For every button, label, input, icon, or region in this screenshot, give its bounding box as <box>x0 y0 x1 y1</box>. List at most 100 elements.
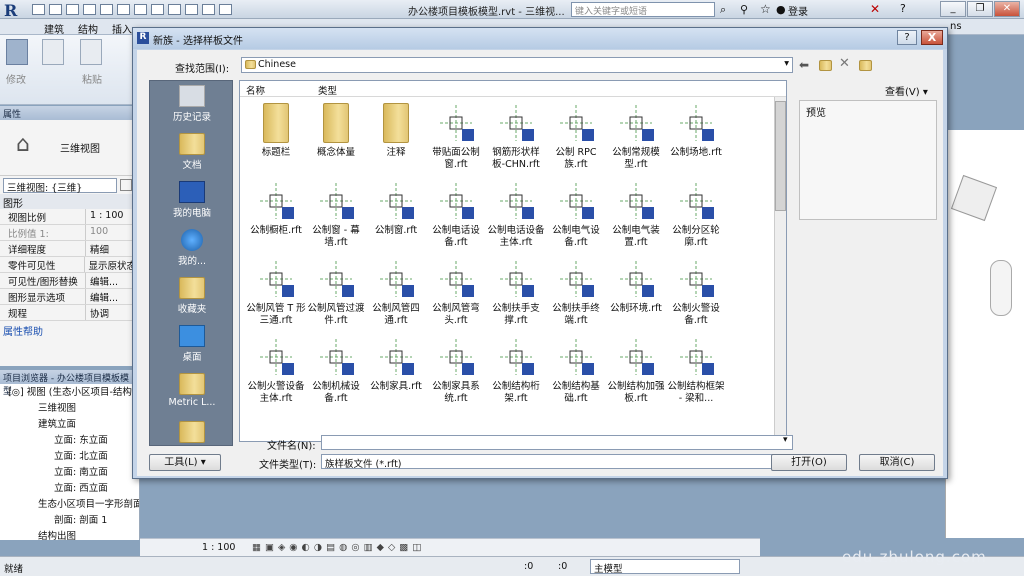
minimize-button[interactable]: _ <box>940 1 966 17</box>
tree-item[interactable]: 立面: 西立面 <box>0 480 139 496</box>
properties-help-link[interactable]: 属性帮助 <box>0 321 139 340</box>
template-file-item[interactable]: 公制风管弯头.rft <box>426 259 486 327</box>
type-selector[interactable]: 三维视图: {三维} <box>3 178 117 194</box>
binoculars-icon[interactable]: ⌕ <box>720 3 726 17</box>
vertical-scrollbar[interactable] <box>774 97 786 441</box>
tree-item[interactable]: 结构出图 <box>0 528 139 544</box>
template-file-item[interactable]: 公制常规模型.rft <box>606 103 666 171</box>
place-metric-library[interactable]: Metric L... <box>150 373 234 408</box>
template-file-item[interactable]: 公制环境.rft <box>606 259 666 315</box>
template-file-item[interactable]: 公制家具.rft <box>366 337 426 393</box>
section-icon[interactable] <box>168 4 181 15</box>
template-file-item[interactable]: 公制窗.rft <box>366 181 426 237</box>
template-file-item[interactable]: 公制电话设备主体.rft <box>486 181 546 249</box>
template-file-item[interactable]: 公制电气装置.rft <box>606 181 666 249</box>
restore-button[interactable]: ❐ <box>967 1 993 17</box>
open-icon[interactable] <box>32 4 45 15</box>
folder-item[interactable]: 注释 <box>366 103 426 159</box>
prop-value[interactable]: 1 : 100 <box>86 209 127 224</box>
delete-icon[interactable]: ✕ <box>839 56 850 71</box>
folder-item[interactable]: 标题栏 <box>246 103 306 159</box>
revit-logo-icon[interactable]: R <box>4 1 26 20</box>
template-file-item[interactable]: 公制场地.rft <box>666 103 726 159</box>
place-desktop[interactable]: 桌面 <box>150 325 234 363</box>
search-input[interactable]: 键入关键字或短语 <box>571 2 715 17</box>
tab-architecture[interactable]: 建筑 <box>44 21 64 36</box>
template-file-item[interactable]: 公制 RPC 族.rft <box>546 103 606 171</box>
template-file-item[interactable]: 公制橱柜.rft <box>246 181 306 237</box>
place-favorites[interactable]: 收藏夹 <box>150 277 234 315</box>
template-file-item[interactable]: 公制风管 T 形三通.rft <box>246 259 306 327</box>
type-column-header[interactable]: 类型 <box>318 83 337 97</box>
subscription-icon[interactable]: ⚲ <box>740 3 748 16</box>
open-button[interactable]: 打开(O) <box>771 454 847 471</box>
template-file-item[interactable]: 公制电气设备.rft <box>546 181 606 249</box>
edit-vg-button[interactable]: 编辑... <box>86 273 122 288</box>
view-control-icons[interactable]: ▦▣◈◉◐◑▤◍◎▥◆◇▩◫ <box>252 542 425 553</box>
template-file-item[interactable]: 公制电话设备.rft <box>426 181 486 249</box>
3d-view-icon[interactable] <box>151 4 164 15</box>
template-file-item[interactable]: 公制火警设备.rft <box>666 259 726 327</box>
folder-item[interactable]: 概念体量 <box>306 103 366 159</box>
back-icon[interactable]: ⬅ <box>799 58 809 72</box>
select-icon[interactable] <box>42 39 64 65</box>
template-file-item[interactable]: 公制分区轮廓.rft <box>666 181 726 249</box>
template-file-item[interactable]: 公制结构加强板.rft <box>606 337 666 405</box>
tab-fragment[interactable]: ns <box>950 21 962 32</box>
tree-item[interactable]: 立面: 南立面 <box>0 464 139 480</box>
tree-item[interactable]: 建筑立面 <box>0 416 139 432</box>
tree-item[interactable]: [◎] 视图 (生态小区项目-结构) <box>0 384 139 400</box>
template-file-item[interactable]: 钢筋形状样板-CHN.rft <box>486 103 546 171</box>
tab-insert[interactable]: 插入 <box>112 21 132 36</box>
template-file-item[interactable]: 公制扶手支撑.rft <box>486 259 546 327</box>
close-hidden-icon[interactable] <box>202 4 215 15</box>
place-network[interactable]: 我的... <box>150 229 234 267</box>
name-column-header[interactable]: 名称 <box>246 83 265 97</box>
view-menu-button[interactable]: 查看(V) ▾ <box>885 83 928 98</box>
login-link[interactable]: 登录 <box>788 3 808 18</box>
filename-input[interactable] <box>321 435 793 450</box>
modify-icon[interactable] <box>6 39 28 65</box>
place-my-computer[interactable]: 我的电脑 <box>150 181 234 219</box>
tree-item[interactable]: 生态小区项目一字形剖面 <box>0 496 139 512</box>
drawing-canvas[interactable] <box>945 130 1024 538</box>
prop-value[interactable]: 显示原状态 <box>85 257 139 272</box>
tree-item[interactable]: 立面: 东立面 <box>0 432 139 448</box>
close-button[interactable]: ✕ <box>994 1 1020 17</box>
tools-button[interactable]: 工具(L) ▾ <box>149 454 221 471</box>
cancel-button[interactable]: 取消(C) <box>859 454 935 471</box>
viewcube-icon[interactable] <box>950 174 998 222</box>
paste-icon[interactable] <box>80 39 102 65</box>
thin-lines-icon[interactable] <box>185 4 198 15</box>
dialog-help-button[interactable]: ? <box>897 30 917 45</box>
new-folder-icon[interactable] <box>859 60 872 71</box>
text-icon[interactable] <box>134 4 147 15</box>
print-icon[interactable] <box>100 4 113 15</box>
place-extra[interactable] <box>150 421 234 445</box>
tree-item[interactable]: 剖面: 剖面 1 <box>0 512 139 528</box>
tree-item[interactable]: 三维视图 <box>0 400 139 416</box>
template-file-item[interactable]: 公制窗 - 幕墙.rft <box>306 181 366 249</box>
redo-icon[interactable] <box>83 4 96 15</box>
switch-windows-icon[interactable] <box>219 4 232 15</box>
prop-value[interactable]: 精细 <box>86 241 113 256</box>
template-file-item[interactable]: 公制结构框架 - 梁和... <box>666 337 726 405</box>
file-list[interactable]: 名称 类型 标题栏 概念体量 注释 带贴面公制窗.rft 钢筋形状样板-CHN.rft 公… <box>239 80 787 442</box>
favorites-star-icon[interactable]: ☆ <box>760 2 771 16</box>
filetype-select[interactable]: 族样板文件 (*.rft) <box>321 454 793 470</box>
up-folder-icon[interactable] <box>819 60 832 71</box>
template-file-item[interactable]: 公制结构桁架.rft <box>486 337 546 405</box>
tab-structure[interactable]: 结构 <box>78 21 98 36</box>
place-documents[interactable]: 文档 <box>150 133 234 171</box>
edit-type-icon[interactable] <box>120 179 132 191</box>
template-file-item[interactable]: 公制火警设备主体.rft <box>246 337 306 405</box>
template-file-item[interactable]: 公制风管过渡件.rft <box>306 259 366 327</box>
place-history[interactable]: 历史记录 <box>150 85 234 123</box>
help-icon[interactable]: ? <box>900 2 906 15</box>
measure-icon[interactable] <box>117 4 130 15</box>
template-file-item[interactable]: 公制扶手终端.rft <box>546 259 606 327</box>
exchange-icon[interactable]: ✕ <box>870 2 880 16</box>
prop-value[interactable]: 协调 <box>86 305 113 320</box>
edit-graphics-button[interactable]: 编辑... <box>86 289 122 304</box>
template-file-item[interactable]: 公制机械设备.rft <box>306 337 366 405</box>
